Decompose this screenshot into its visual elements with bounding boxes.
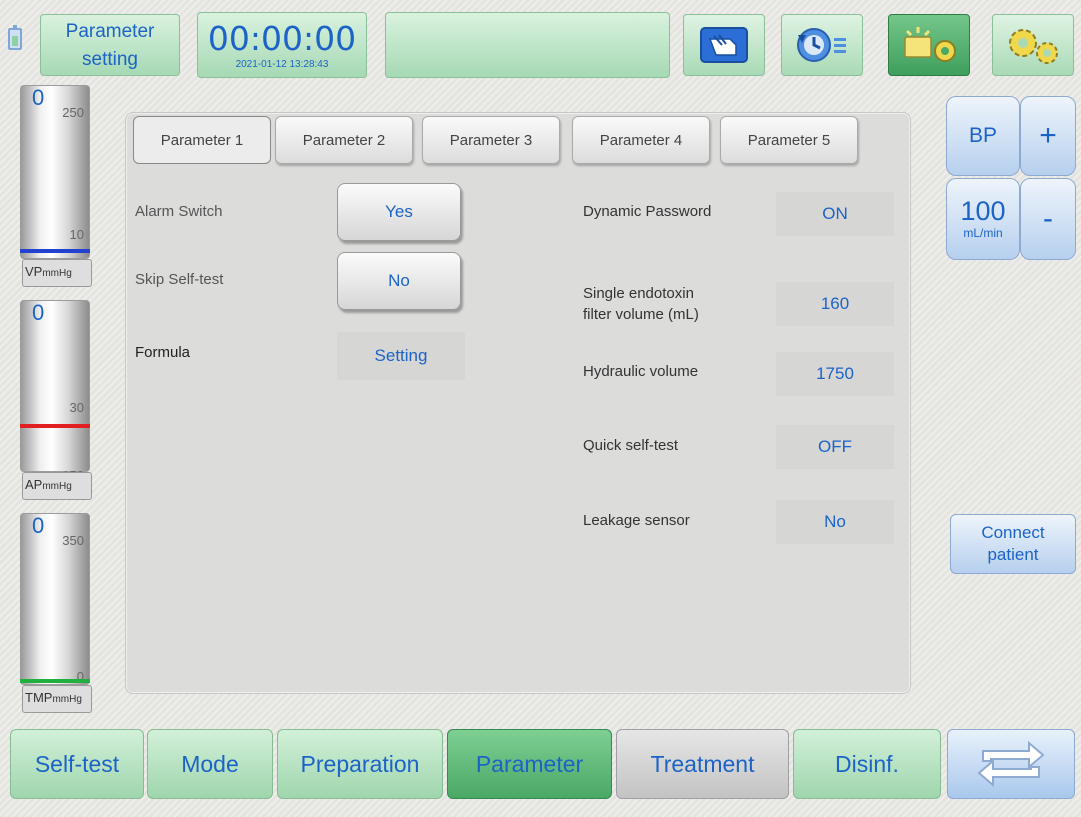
connect-patient-button[interactable]: Connect patient	[950, 514, 1076, 574]
tab-parameter-3[interactable]: Parameter 3	[422, 116, 560, 164]
screen-title: Parameter setting	[40, 14, 180, 76]
nav-parameter[interactable]: Parameter	[447, 729, 612, 799]
formula-label: Formula	[135, 344, 191, 361]
ap-unit-label: APmmHg	[22, 472, 92, 500]
quick-self-test-label: Quick self-test	[583, 437, 679, 454]
vp-level-line	[20, 249, 90, 253]
settings-light-icon	[904, 27, 956, 62]
battery-icon	[8, 25, 22, 50]
ap-gauge: 0 30 -150 APmmHg	[20, 300, 92, 506]
screen-title-line1: Parameter	[65, 21, 155, 42]
display-settings-button[interactable]	[888, 14, 970, 76]
endotoxin-filter-label-line2: filter volume (mL)	[583, 306, 699, 323]
history-button[interactable]	[781, 14, 863, 76]
blood-pump-label[interactable]: BP	[946, 96, 1020, 176]
vp-min: 10	[69, 227, 84, 242]
pump-rate-value: 100	[960, 196, 1006, 226]
top-bar: Parameter setting 00:00:00 2021-01-12 13…	[0, 0, 1081, 82]
history-icon	[797, 28, 846, 62]
tmp-max: 350	[62, 533, 84, 548]
nav-self-test[interactable]: Self-test	[10, 729, 144, 799]
hand-button[interactable]	[683, 14, 765, 76]
endotoxin-filter-label: Single endotoxin filter volume (mL)	[583, 283, 699, 325]
connect-patient-line1: Connect	[981, 523, 1045, 542]
skip-self-test-label: Skip Self-test	[135, 271, 224, 288]
ap-level-line	[20, 424, 90, 428]
tab-parameter-4[interactable]: Parameter 4	[572, 116, 710, 164]
ap-unit: mmHg	[42, 481, 72, 492]
tmp-gauge: 0 350 0 TMPmmHg	[20, 513, 92, 719]
system-settings-button[interactable]	[992, 14, 1074, 76]
ap-value: 0	[32, 300, 45, 325]
nav-preparation[interactable]: Preparation	[277, 729, 443, 799]
connect-patient-line2: patient	[987, 545, 1039, 564]
alarm-switch-label: Alarm Switch	[135, 203, 223, 220]
tab-parameter-2[interactable]: Parameter 2	[275, 116, 413, 164]
switch-screen-button[interactable]	[947, 729, 1075, 799]
tmp-unit-label: TMPmmHg	[22, 685, 92, 713]
dynamic-password-label: Dynamic Password	[583, 203, 712, 220]
endotoxin-filter-value[interactable]: 160	[776, 282, 894, 326]
quick-self-test-value[interactable]: OFF	[776, 425, 894, 469]
pump-rate-display: 100 mL/min	[946, 178, 1020, 260]
leakage-sensor-value[interactable]: No	[776, 500, 894, 544]
vp-gauge: 0 250 10 VPmmHg	[20, 85, 92, 291]
dynamic-password-value[interactable]: ON	[776, 192, 894, 236]
nav-mode[interactable]: Mode	[147, 729, 273, 799]
pump-rate-unit: mL/min	[963, 226, 1003, 240]
pump-minus-button[interactable]: -	[1020, 178, 1076, 260]
ap-label: AP	[25, 477, 43, 492]
vp-label: VP	[25, 264, 43, 279]
message-area	[385, 12, 670, 78]
ap-gauge-bar	[20, 300, 90, 472]
clock-display: 00:00:00 2021-01-12 13:28:43	[197, 12, 367, 78]
tmp-label: TMP	[25, 690, 53, 705]
vp-unit: mmHg	[42, 268, 72, 279]
hand-icon	[700, 27, 748, 63]
settings-gears-icon	[1009, 29, 1058, 64]
clock-datetime: 2021-01-12 13:28:43	[235, 59, 329, 70]
nav-disinfection[interactable]: Disinf.	[793, 729, 941, 799]
hydraulic-volume-label: Hydraulic volume	[583, 363, 699, 380]
vp-value: 0	[32, 85, 45, 110]
tab-parameter-1[interactable]: Parameter 1	[133, 116, 271, 164]
formula-setting-button[interactable]: Setting	[337, 332, 465, 380]
ap-max: 30	[69, 400, 84, 415]
skip-self-test-button[interactable]: No	[337, 252, 461, 310]
endotoxin-filter-label-line1: Single endotoxin	[583, 285, 694, 302]
hydraulic-volume-value[interactable]: 1750	[776, 352, 894, 396]
clock-time: 00:00:00	[207, 19, 357, 58]
nav-treatment[interactable]: Treatment	[616, 729, 789, 799]
tmp-value: 0	[32, 513, 45, 538]
vp-max: 250	[62, 105, 84, 120]
leakage-sensor-label: Leakage sensor	[583, 512, 690, 529]
alarm-switch-button[interactable]: Yes	[337, 183, 461, 241]
tab-parameter-5[interactable]: Parameter 5	[720, 116, 858, 164]
tmp-level-line	[20, 679, 90, 683]
pump-plus-button[interactable]: +	[1020, 96, 1076, 176]
screen-title-line2: setting	[82, 49, 138, 70]
loop-arrows-icon	[977, 740, 1045, 788]
vp-unit-label: VPmmHg	[22, 259, 92, 287]
tmp-unit: mmHg	[52, 694, 82, 705]
